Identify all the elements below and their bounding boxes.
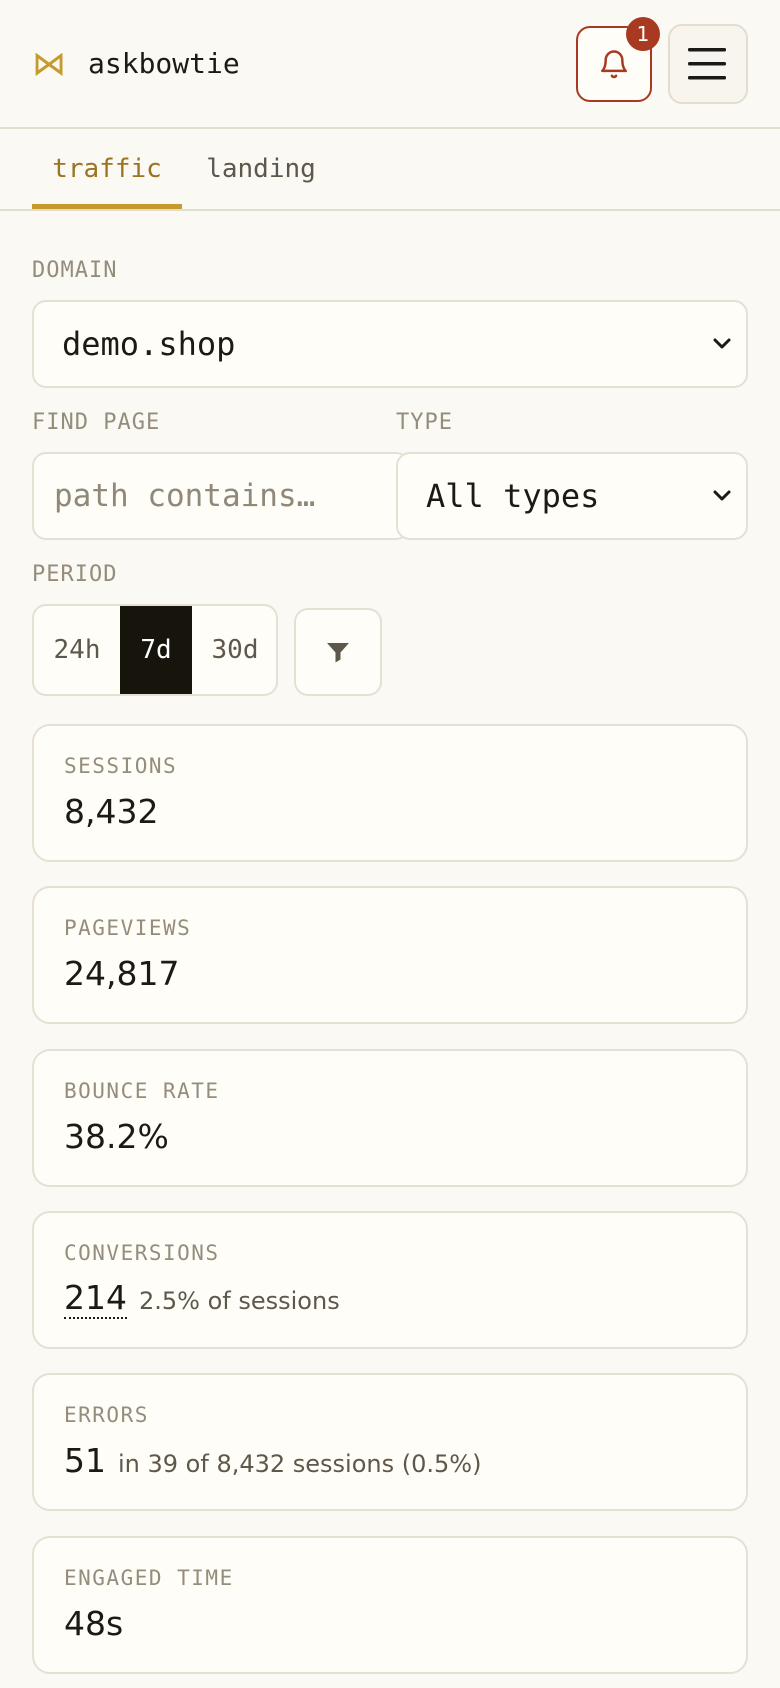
bell-icon — [600, 50, 628, 79]
period-7d-button[interactable]: 7d — [120, 606, 192, 694]
tab-landing[interactable]: landing — [200, 129, 322, 209]
metric-subtext: 2.5% of sessions — [139, 1287, 340, 1315]
domain-select-value: demo.shop — [62, 325, 236, 363]
chevron-down-icon — [713, 490, 731, 501]
brand-name: askbowtie — [88, 47, 240, 80]
metric-card-conversions: CONVERSIONS 214 2.5% of sessions — [32, 1211, 748, 1349]
find-page-placeholder: path contains… — [54, 478, 316, 514]
find-page-label: FIND PAGE — [32, 410, 161, 435]
hamburger-menu-icon — [688, 48, 726, 80]
notification-badge: 1 — [626, 17, 660, 51]
type-label: TYPE — [396, 410, 453, 435]
type-select[interactable]: All types — [396, 452, 748, 540]
metric-value: 8,432 — [64, 792, 159, 831]
metric-card-pageviews: PAGEVIEWS 24,817 — [32, 886, 748, 1024]
metric-label: SESSIONS — [64, 754, 178, 778]
menu-button[interactable] — [668, 24, 748, 104]
metric-value: 51 — [64, 1441, 106, 1480]
metric-label: CONVERSIONS — [64, 1241, 220, 1265]
metric-card-engaged-time: ENGAGED TIME 48s — [32, 1536, 748, 1674]
period-30d-button[interactable]: 30d — [192, 606, 276, 694]
metric-value: 48s — [64, 1604, 124, 1643]
domain-select[interactable]: demo.shop — [32, 300, 748, 388]
metric-label: BOUNCE RATE — [64, 1079, 220, 1103]
app-header: ⋈ askbowtie 1 — [0, 0, 780, 129]
metric-card-bounce-rate: BOUNCE RATE 38.2% — [32, 1049, 748, 1187]
metric-value: 38.2% — [64, 1117, 169, 1156]
tab-traffic[interactable]: traffic — [32, 129, 182, 209]
metric-card-sessions: SESSIONS 8,432 — [32, 724, 748, 862]
metric-label: PAGEVIEWS — [64, 916, 192, 940]
period-label: PERIOD — [32, 562, 118, 587]
domain-label: DOMAIN — [32, 258, 118, 283]
tab-bar: traffic landing — [0, 129, 780, 211]
metric-label: ERRORS — [64, 1403, 149, 1427]
filter-button[interactable] — [294, 608, 382, 696]
metric-card-errors: ERRORS 51 in 39 of 8,432 sessions (0.5%) — [32, 1373, 748, 1511]
filter-funnel-icon — [327, 643, 349, 663]
find-page-input[interactable]: path contains… — [32, 452, 410, 540]
bowtie-logo-icon: ⋈ — [32, 44, 66, 84]
metric-value: 24,817 — [64, 954, 180, 993]
period-selector: 24h 7d 30d — [32, 604, 278, 696]
type-select-value: All types — [426, 477, 600, 515]
chevron-down-icon — [713, 338, 731, 349]
metric-subtext: in 39 of 8,432 sessions (0.5%) — [118, 1450, 482, 1478]
period-24h-button[interactable]: 24h — [34, 606, 120, 694]
metric-label: ENGAGED TIME — [64, 1566, 234, 1590]
conversions-value-link[interactable]: 214 — [64, 1279, 127, 1319]
